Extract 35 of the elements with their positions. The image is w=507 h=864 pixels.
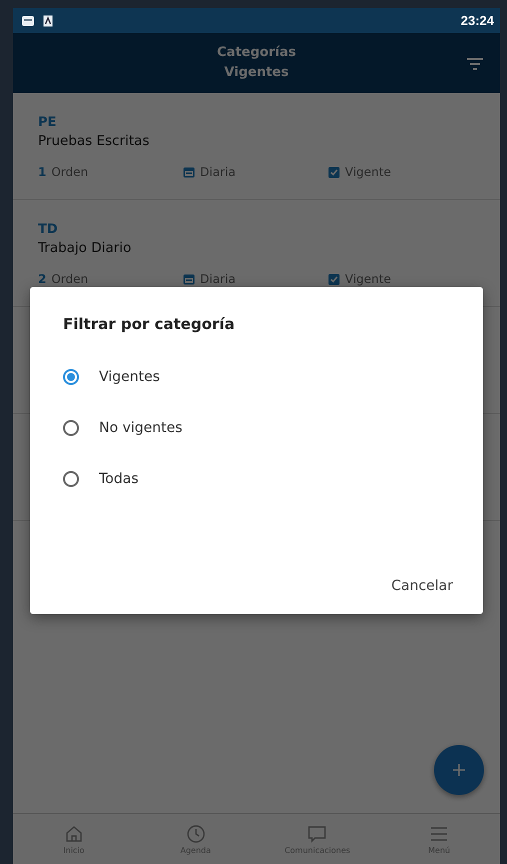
category-code: PE	[38, 115, 58, 130]
status-text: Vigente	[345, 165, 391, 179]
plus-icon	[452, 763, 466, 777]
category-row[interactable]: PE Pruebas Escritas 1 Orden Diaria Vigente	[13, 93, 500, 200]
cancel-button[interactable]: Cancelar	[391, 572, 453, 600]
order-label: Orden	[51, 165, 88, 179]
filter-option[interactable]: Vigentes	[63, 369, 453, 385]
frequency-text: Diaria	[200, 272, 236, 286]
calendar-icon	[183, 273, 195, 285]
category-code: TD	[38, 222, 59, 237]
order-number: 2	[38, 272, 46, 286]
status-text: Vigente	[345, 272, 391, 286]
radio-button[interactable]	[63, 471, 79, 487]
clipboard-check-icon	[328, 273, 340, 285]
category-name: Pruebas Escritas	[38, 133, 150, 149]
add-button[interactable]	[434, 745, 484, 795]
radio-button[interactable]	[63, 420, 79, 436]
order-label: Orden	[51, 272, 88, 286]
filter-option[interactable]: No vigentes	[63, 420, 453, 436]
filter-icon[interactable]	[466, 57, 484, 71]
app-notification-icon	[21, 14, 35, 28]
order-number: 1	[38, 165, 46, 179]
category-name: Trabajo Diario	[38, 240, 132, 256]
frequency-text: Diaria	[200, 165, 236, 179]
calendar-icon	[183, 166, 195, 178]
radio-button[interactable]	[63, 369, 79, 385]
chat-icon	[307, 824, 328, 844]
clipboard-check-icon	[328, 166, 340, 178]
dialog-title: Filtrar por categoría	[63, 315, 236, 333]
home-icon	[64, 824, 84, 844]
filter-option[interactable]: Todas	[63, 471, 453, 487]
status-time: 23:24	[460, 13, 494, 28]
notification-icon	[43, 14, 53, 26]
header-title: Categorías Vigentes	[217, 44, 296, 82]
clock-icon	[186, 824, 206, 844]
